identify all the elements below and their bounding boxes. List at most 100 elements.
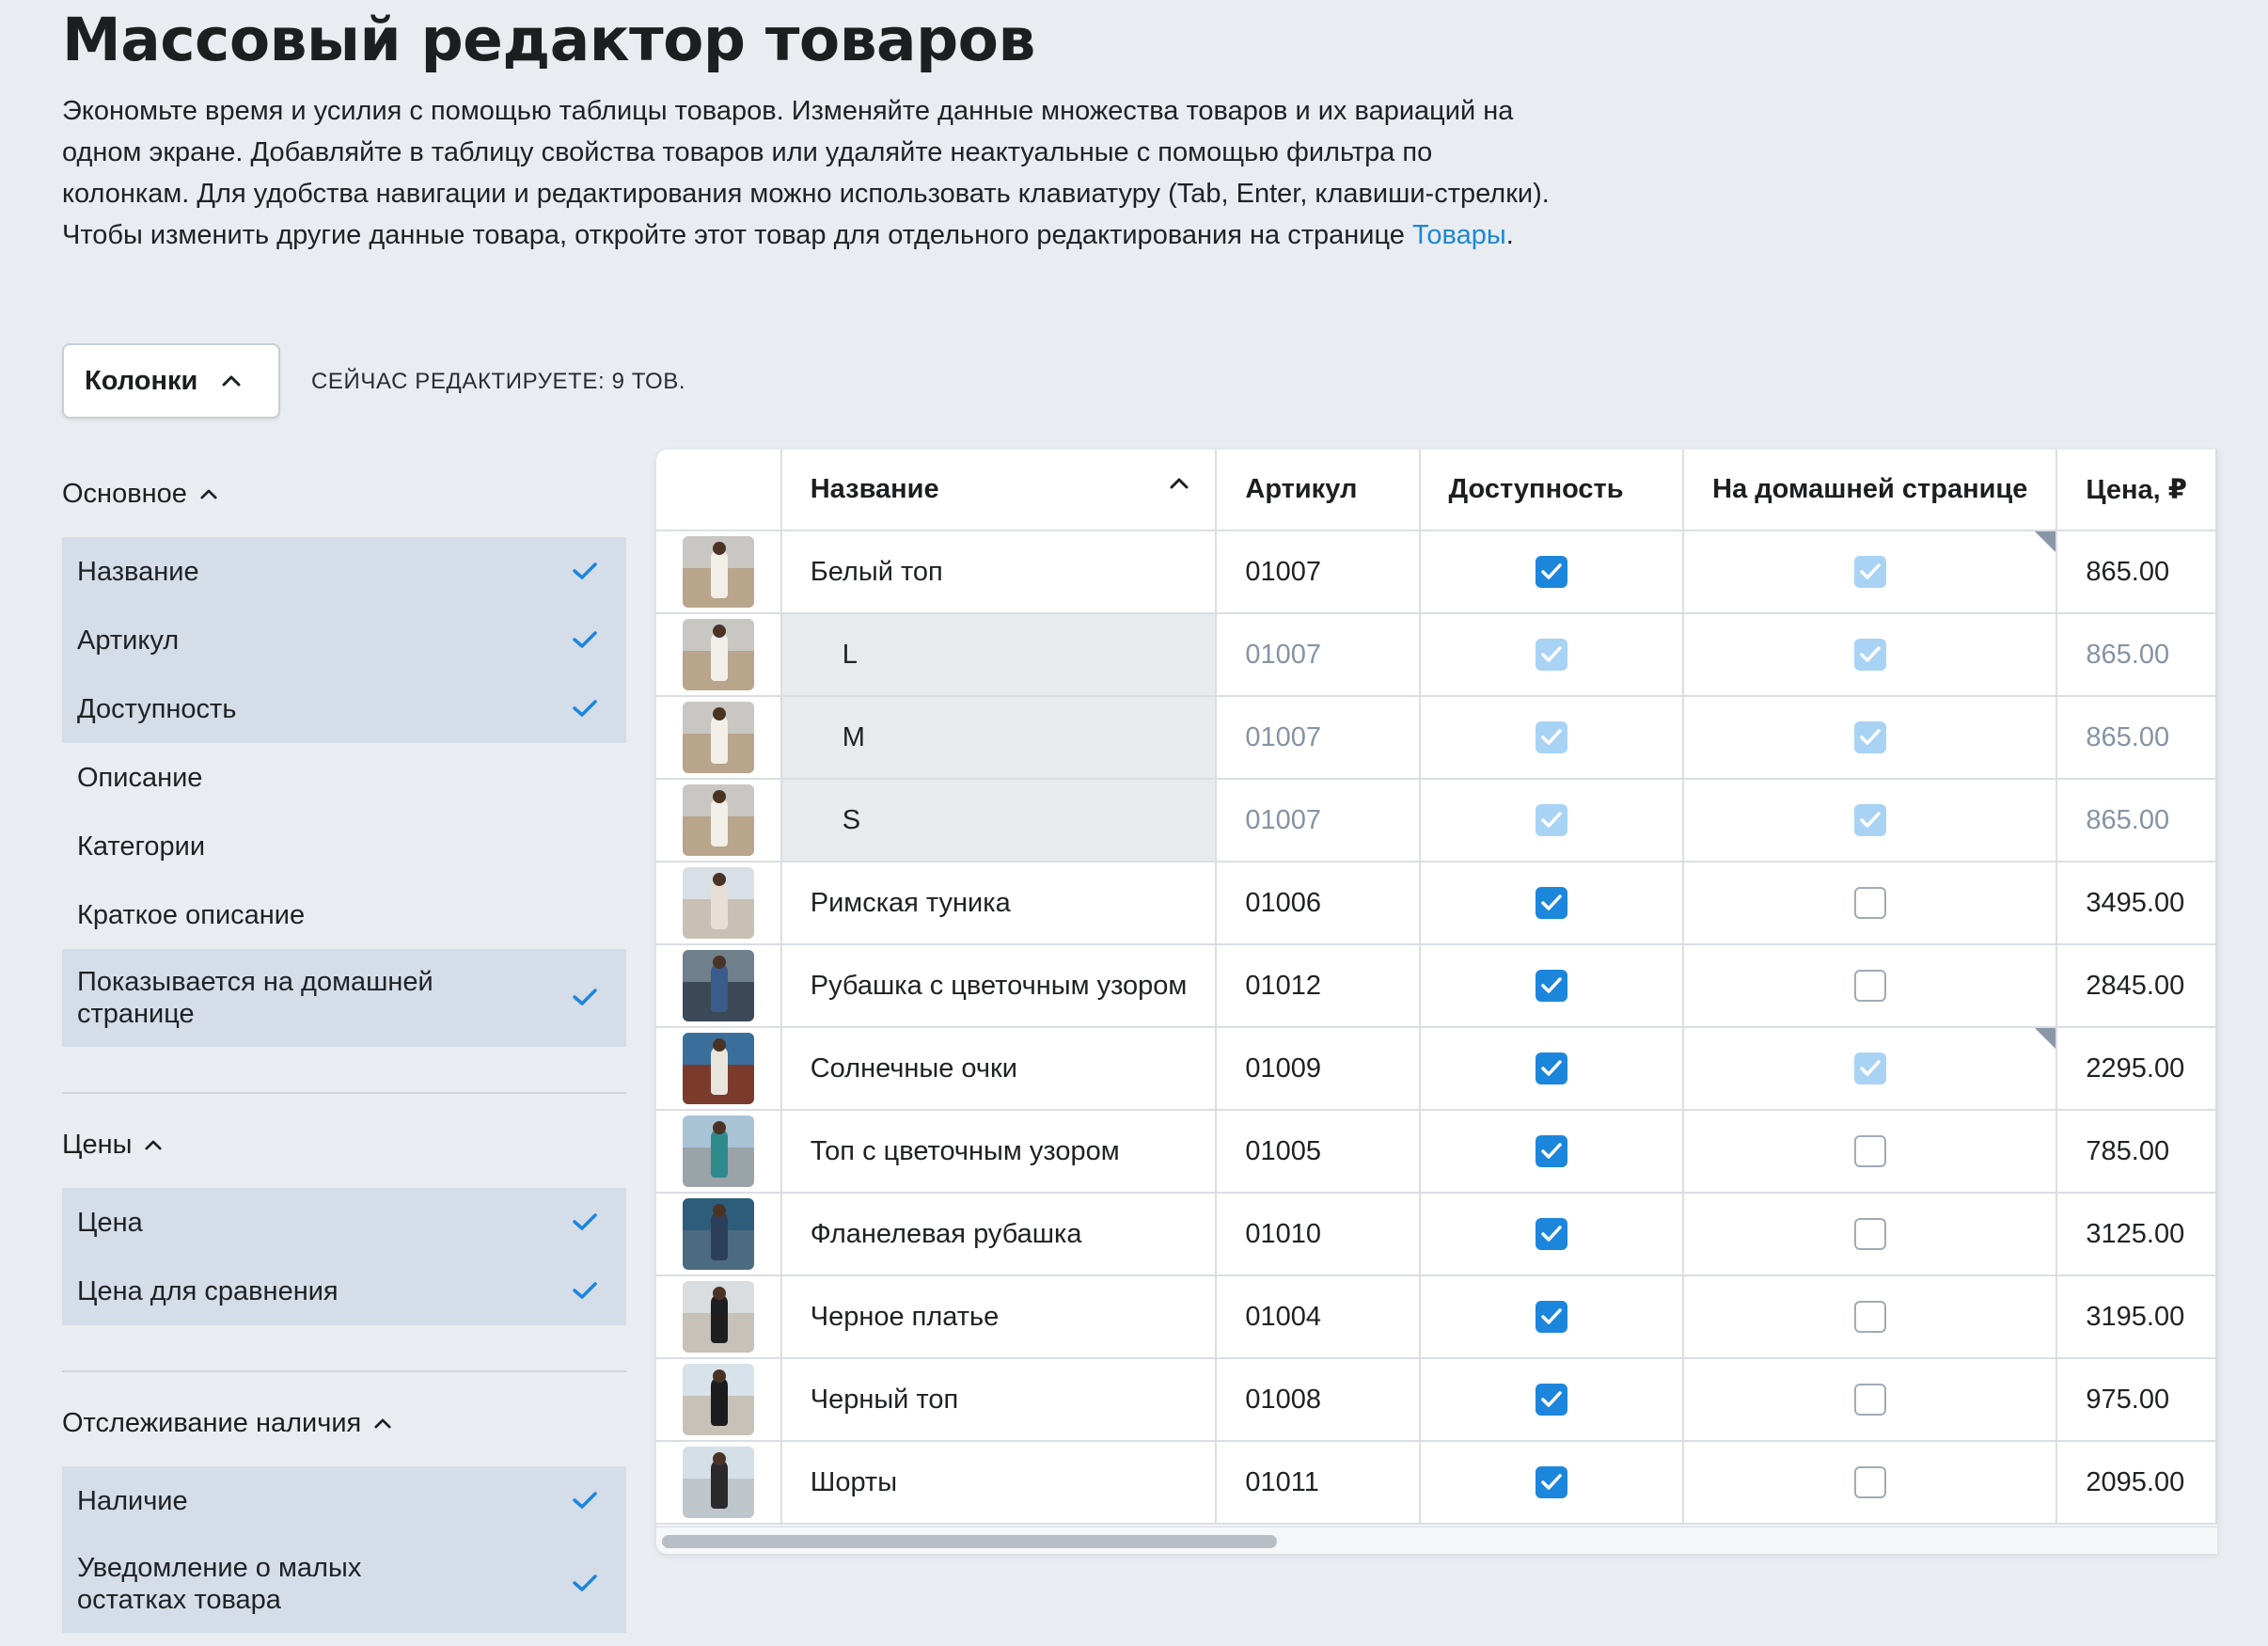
checkbox-checked[interactable] (1853, 639, 1886, 672)
homepage-cell[interactable] (1682, 778, 2058, 863)
column-option[interactable]: Краткое описание (62, 880, 626, 949)
checkbox-checked[interactable] (1535, 639, 1567, 672)
homepage-cell[interactable] (1682, 1026, 2058, 1111)
homepage-cell[interactable] (1682, 1274, 2058, 1359)
sku-cell[interactable]: 01008 (1215, 1357, 1421, 1442)
sku-cell[interactable]: 01010 (1215, 1192, 1421, 1276)
availability-cell[interactable] (1418, 1274, 1685, 1359)
availability-cell[interactable] (1418, 612, 1685, 697)
availability-cell[interactable] (1418, 943, 1685, 1028)
checkbox-unchecked[interactable] (1853, 970, 1886, 1003)
column-option[interactable]: Наличие (62, 1466, 626, 1535)
column-group-header[interactable]: Цены (62, 1116, 626, 1173)
column-option[interactable]: Описание (62, 743, 626, 812)
header-availability[interactable]: Доступность (1418, 450, 1685, 531)
name-cell[interactable]: Черный топ (780, 1357, 1218, 1442)
sku-cell[interactable]: 01007 (1215, 695, 1421, 780)
column-group-header[interactable]: Основное (62, 466, 626, 522)
price-cell[interactable]: 2845.00 (2055, 943, 2217, 1028)
checkbox-checked[interactable] (1535, 1135, 1567, 1168)
name-cell[interactable]: Шорты (780, 1440, 1218, 1525)
columns-button[interactable]: Колонки (62, 343, 280, 419)
checkbox-unchecked[interactable] (1853, 1466, 1886, 1499)
sku-cell[interactable]: 01012 (1215, 943, 1421, 1028)
column-group-header[interactable]: Отслеживание наличия (62, 1395, 626, 1451)
checkbox-checked[interactable] (1853, 804, 1886, 837)
name-cell[interactable]: Рубашка с цветочным узором (780, 943, 1218, 1028)
sort-ascending-icon[interactable] (1170, 478, 1189, 489)
header-name[interactable]: Название (780, 450, 1218, 531)
price-cell[interactable]: 865.00 (2055, 530, 2217, 614)
price-cell[interactable]: 785.00 (2055, 1109, 2217, 1194)
price-cell[interactable]: 975.00 (2055, 1357, 2217, 1442)
sku-cell[interactable]: 01007 (1215, 612, 1421, 697)
sku-cell[interactable]: 01005 (1215, 1109, 1421, 1194)
price-cell[interactable]: 3195.00 (2055, 1274, 2217, 1359)
availability-cell[interactable] (1418, 1357, 1685, 1442)
column-option[interactable]: Категории (62, 812, 626, 880)
sku-cell[interactable]: 01004 (1215, 1274, 1421, 1359)
homepage-cell[interactable] (1682, 861, 2058, 945)
column-option[interactable]: Цена (62, 1188, 626, 1257)
price-cell[interactable]: 3495.00 (2055, 861, 2217, 945)
checkbox-checked[interactable] (1535, 556, 1567, 589)
homepage-cell[interactable] (1682, 1440, 2058, 1525)
checkbox-checked[interactable] (1535, 1052, 1567, 1085)
name-cell[interactable]: Римская туника (780, 861, 1218, 945)
column-option[interactable]: Цена для сравнения (62, 1257, 626, 1325)
name-cell[interactable]: Белый топ (780, 530, 1218, 614)
checkbox-unchecked[interactable] (1853, 1301, 1886, 1334)
name-cell[interactable]: Топ с цветочным узором (780, 1109, 1218, 1194)
name-cell[interactable]: Черное платье (780, 1274, 1218, 1359)
checkbox-checked[interactable] (1535, 1301, 1567, 1334)
sku-cell[interactable]: 01006 (1215, 861, 1421, 945)
availability-cell[interactable] (1418, 1026, 1685, 1111)
availability-cell[interactable] (1418, 861, 1685, 945)
name-cell[interactable]: S (780, 778, 1218, 863)
availability-cell[interactable] (1418, 1192, 1685, 1276)
header-sku[interactable]: Артикул (1215, 450, 1421, 531)
horizontal-scrollbar[interactable] (656, 1526, 2217, 1554)
column-option[interactable]: Название (62, 537, 626, 606)
homepage-cell[interactable] (1682, 530, 2058, 614)
price-cell[interactable]: 865.00 (2055, 612, 2217, 697)
homepage-cell[interactable] (1682, 943, 2058, 1028)
header-price[interactable]: Цена, ₽ (2055, 450, 2217, 531)
column-option[interactable]: Уведомление о малых остатках товара (62, 1535, 626, 1633)
checkbox-checked[interactable] (1853, 1052, 1886, 1085)
column-option[interactable]: Доступность (62, 674, 626, 743)
sku-cell[interactable]: 01007 (1215, 530, 1421, 614)
price-cell[interactable]: 3125.00 (2055, 1192, 2217, 1276)
checkbox-checked[interactable] (1535, 721, 1567, 754)
name-cell[interactable]: Солнечные очки (780, 1026, 1218, 1111)
name-cell[interactable]: L (780, 612, 1218, 697)
column-option[interactable]: Показывается на домашней странице (62, 949, 626, 1047)
price-cell[interactable]: 2295.00 (2055, 1026, 2217, 1111)
availability-cell[interactable] (1418, 530, 1685, 614)
checkbox-unchecked[interactable] (1853, 887, 1886, 920)
checkbox-checked[interactable] (1535, 804, 1567, 837)
checkbox-checked[interactable] (1853, 721, 1886, 754)
price-cell[interactable]: 865.00 (2055, 778, 2217, 863)
checkbox-unchecked[interactable] (1853, 1218, 1886, 1251)
checkbox-checked[interactable] (1535, 887, 1567, 920)
checkbox-unchecked[interactable] (1853, 1384, 1886, 1417)
homepage-cell[interactable] (1682, 695, 2058, 780)
products-link[interactable]: Товары (1412, 220, 1506, 250)
column-option[interactable]: Артикул (62, 606, 626, 674)
availability-cell[interactable] (1418, 778, 1685, 863)
homepage-cell[interactable] (1682, 1357, 2058, 1442)
checkbox-unchecked[interactable] (1853, 1135, 1886, 1168)
checkbox-checked[interactable] (1853, 556, 1886, 589)
homepage-cell[interactable] (1682, 612, 2058, 697)
checkbox-checked[interactable] (1535, 970, 1567, 1003)
checkbox-checked[interactable] (1535, 1466, 1567, 1499)
sku-cell[interactable]: 01011 (1215, 1440, 1421, 1525)
name-cell[interactable]: M (780, 695, 1218, 780)
price-cell[interactable]: 865.00 (2055, 695, 2217, 780)
price-cell[interactable]: 2095.00 (2055, 1440, 2217, 1525)
homepage-cell[interactable] (1682, 1192, 2058, 1276)
availability-cell[interactable] (1418, 695, 1685, 780)
checkbox-checked[interactable] (1535, 1218, 1567, 1251)
scrollbar-thumb[interactable] (662, 1535, 1277, 1548)
